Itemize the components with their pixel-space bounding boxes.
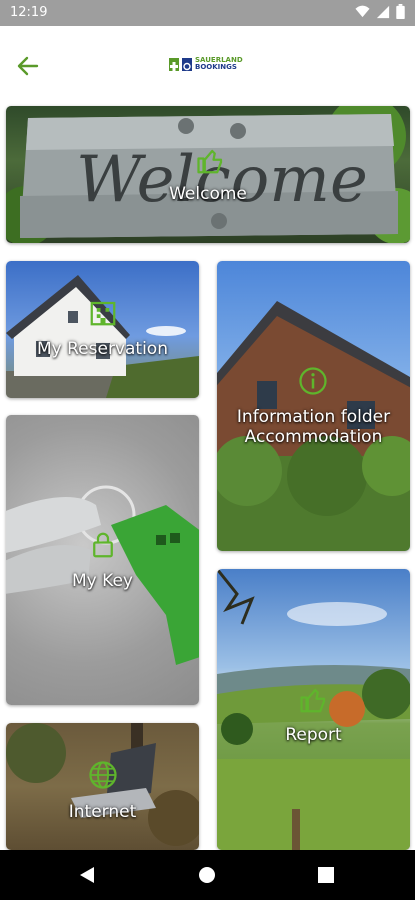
wifi-icon	[355, 5, 370, 18]
square-recents-icon	[318, 867, 334, 883]
nav-home-button[interactable]	[198, 866, 216, 888]
app-bar: SAUERLAND BOOKINGS	[0, 26, 415, 104]
tile-my-key[interactable]: My Key	[6, 415, 199, 705]
back-button[interactable]	[12, 50, 44, 82]
building-icon	[90, 301, 116, 326]
thumbs-up-icon	[197, 149, 223, 174]
tile-my-reservation-label: My Reservation	[37, 339, 168, 359]
tile-internet[interactable]: Internet	[6, 723, 199, 850]
tile-welcome[interactable]: Welcome Welcome	[6, 106, 410, 243]
tile-my-reservation[interactable]: My Reservation	[6, 261, 199, 398]
brand-logo: SAUERLAND BOOKINGS	[169, 57, 243, 71]
system-nav-bar	[0, 850, 415, 900]
tile-internet-label: Internet	[68, 802, 137, 822]
nav-recents-button[interactable]	[318, 867, 334, 887]
logo-mark-blue	[182, 57, 192, 71]
keys-image	[6, 485, 199, 665]
nav-back-button[interactable]	[78, 865, 96, 889]
logo-line2: BOOKINGS	[195, 63, 237, 71]
tile-report[interactable]: Report	[217, 569, 410, 850]
tile-report-label: Report	[285, 725, 342, 745]
tile-information-folder-label: Information folder Accommodation	[236, 407, 391, 447]
tile-welcome-label: Welcome	[169, 184, 247, 204]
signal-icon	[376, 5, 390, 18]
report-thumbs-up-icon	[300, 688, 326, 713]
house-image	[6, 275, 199, 398]
triangle-back-icon	[80, 867, 94, 883]
logo-text: SAUERLAND BOOKINGS	[195, 57, 243, 71]
circle-home-icon	[199, 867, 215, 883]
battery-icon	[396, 4, 405, 19]
log-cabin-image	[217, 301, 410, 551]
status-icons	[355, 4, 405, 19]
status-time: 12:19	[10, 5, 48, 20]
logo-mark-green	[169, 57, 179, 71]
info-icon	[299, 367, 327, 395]
status-bar: 12:19	[0, 0, 415, 26]
tile-my-key-label: My Key	[72, 571, 133, 591]
globe-icon	[89, 761, 117, 789]
arrow-left-icon	[17, 56, 39, 76]
tile-information-folder[interactable]: Information folder Accommodation	[217, 261, 410, 551]
lock-icon	[93, 532, 113, 558]
